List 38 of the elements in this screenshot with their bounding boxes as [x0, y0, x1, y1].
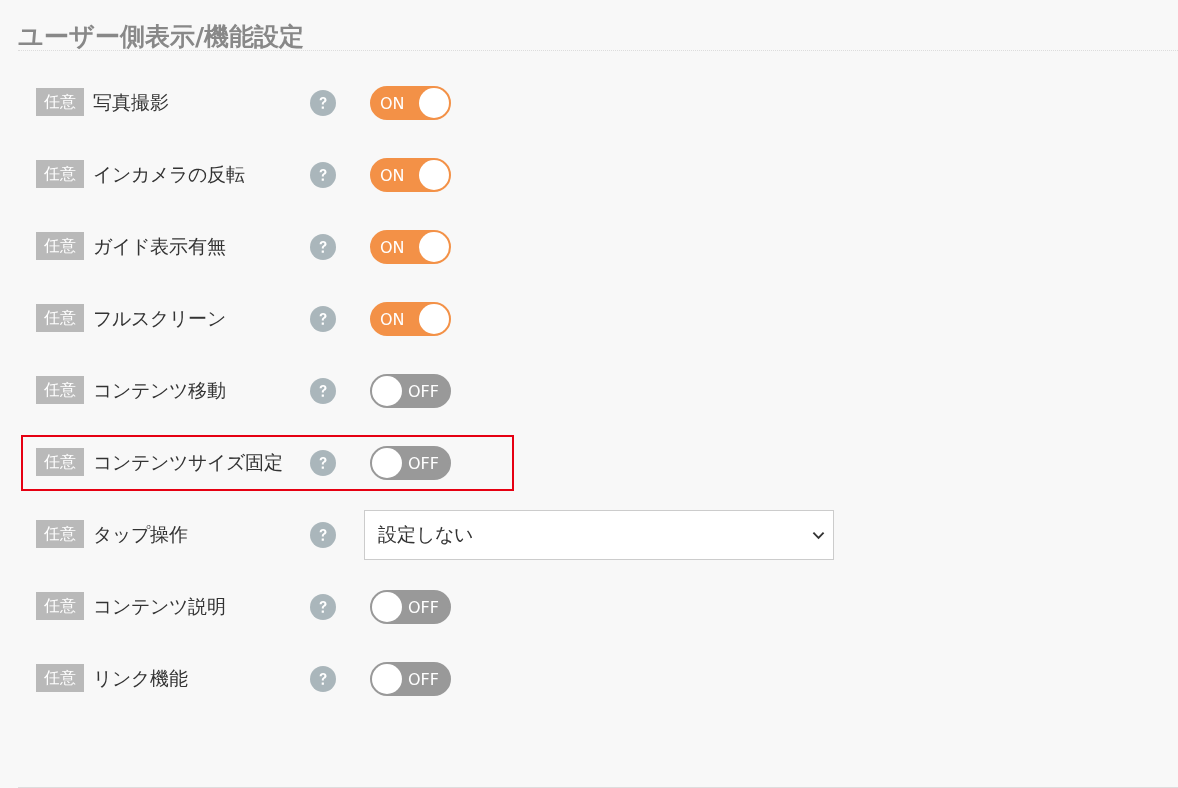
setting-label: ガイド表示有無	[92, 234, 227, 259]
help-icon[interactable]	[310, 162, 336, 188]
help-icon[interactable]	[310, 90, 336, 116]
help-icon[interactable]	[310, 450, 336, 476]
optional-badge: 任意	[36, 448, 84, 476]
optional-badge: 任意	[36, 376, 84, 404]
setting-label: コンテンツ移動	[92, 378, 227, 403]
toggle-switch[interactable]: OFF	[370, 662, 451, 696]
setting-label: タップ操作	[92, 522, 189, 547]
optional-badge: 任意	[36, 592, 84, 620]
toggle-switch[interactable]: ON	[370, 86, 451, 120]
dropdown-field[interactable]: 設定しない	[364, 510, 834, 560]
optional-badge: 任意	[36, 664, 84, 692]
help-icon[interactable]	[310, 306, 336, 332]
optional-badge: 任意	[36, 88, 84, 116]
toggle-switch[interactable]: ON	[370, 230, 451, 264]
toggle-switch[interactable]: OFF	[370, 590, 451, 624]
toggle-switch[interactable]: ON	[370, 158, 451, 192]
optional-badge: 任意	[36, 520, 84, 548]
setting-label: コンテンツ説明	[92, 594, 227, 619]
help-icon[interactable]	[310, 594, 336, 620]
optional-badge: 任意	[36, 160, 84, 188]
optional-badge: 任意	[36, 304, 84, 332]
optional-badge: 任意	[36, 232, 84, 260]
help-icon[interactable]	[310, 378, 336, 404]
help-icon[interactable]	[310, 234, 336, 260]
caret-icon	[812, 530, 825, 540]
setting-label: 写真撮影	[92, 90, 170, 115]
toggle-switch[interactable]: OFF	[370, 446, 451, 480]
toggle-switch[interactable]: ON	[370, 302, 451, 336]
setting-label: リンク機能	[92, 666, 189, 691]
section-title: ユーザー側表示/機能設定	[17, 21, 306, 50]
help-icon[interactable]	[310, 666, 336, 692]
setting-label: フルスクリーン	[92, 306, 227, 331]
setting-label: コンテンツサイズ固定	[92, 450, 284, 475]
setting-label: インカメラの反転	[92, 162, 246, 187]
toggle-switch[interactable]: OFF	[370, 374, 451, 408]
help-icon[interactable]	[310, 522, 336, 548]
